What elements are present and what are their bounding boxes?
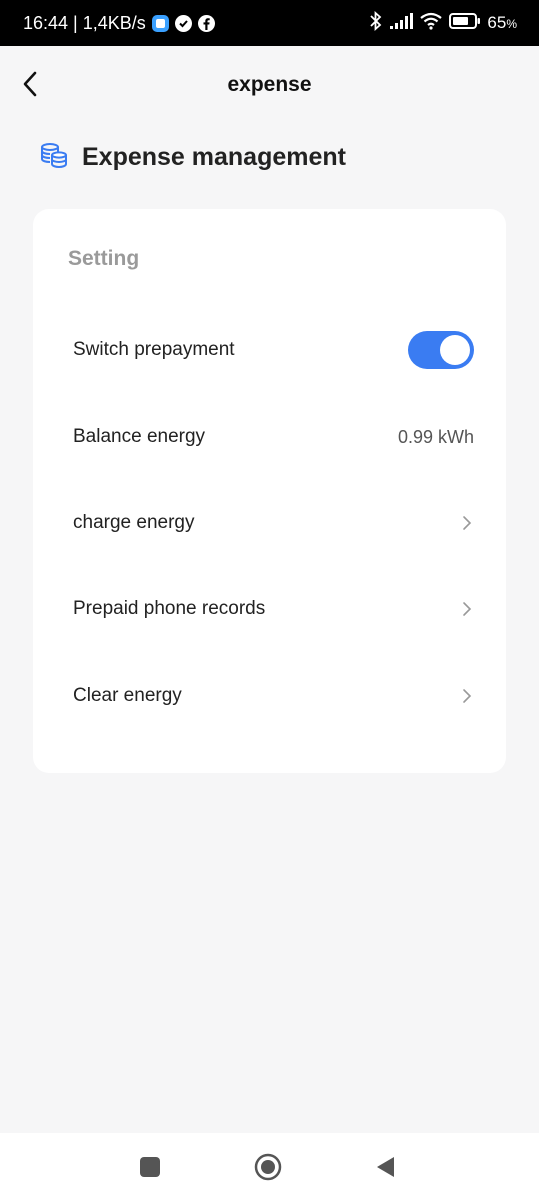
switch-prepayment-row: Switch prepayment [33,320,506,380]
wifi-icon [419,12,443,35]
card-title: Setting [68,247,140,270]
balance-energy-value: 0.99 kWh [397,426,474,447]
system-navigation-bar [0,1133,539,1200]
square-icon [140,1157,160,1177]
prepayment-toggle[interactable] [408,331,474,369]
battery-icon [449,12,481,34]
battery-percent-value: 65 [487,13,507,32]
charge-energy-label: charge energy [73,512,195,533]
circle-icon [254,1153,282,1181]
settings-card: Setting Switch prepayment Balance energy… [33,209,506,773]
back-arrow-icon [23,71,37,97]
chevron-right-icon [460,687,474,705]
toggle-knob [440,335,470,365]
balance-energy-row: Balance energy 0.99 kWh [33,407,506,467]
facebook-notification-icon [197,14,215,32]
app-notification-icon [151,14,169,32]
recents-button[interactable] [134,1151,166,1183]
bluetooth-icon [369,10,383,36]
triangle-back-icon [377,1157,394,1177]
status-bar: 16:44 | 1,4KB/s 65% [0,0,539,46]
clear-energy-row[interactable]: Clear energy [33,666,506,726]
back-nav-button[interactable] [369,1151,401,1183]
back-button[interactable] [16,68,44,100]
clear-energy-label: Clear energy [73,685,182,706]
check-notification-icon [174,14,192,32]
status-time-speed: 16:44 | 1,4KB/s [23,12,146,33]
balance-energy-label: Balance energy [73,426,206,447]
page-title: expense [227,73,312,96]
signal-icon [389,12,414,34]
coins-icon [40,142,68,173]
section-title: Expense management [82,142,346,171]
switch-prepayment-label: Switch prepayment [73,339,235,360]
battery-percent: 65% [487,13,517,33]
prepaid-phone-records-label: Prepaid phone records [73,598,266,619]
percent-sign: % [506,17,517,31]
navigation-bar: expense [0,46,539,124]
chevron-right-icon [460,514,474,532]
prepaid-phone-records-row[interactable]: Prepaid phone records [33,579,506,639]
status-left: 16:44 | 1,4KB/s [23,13,215,34]
status-right: 65% [369,10,517,36]
chevron-right-icon [460,600,474,618]
charge-energy-row[interactable]: charge energy [33,493,506,553]
home-button[interactable] [252,1151,284,1183]
section-header: Expense management [40,138,346,176]
